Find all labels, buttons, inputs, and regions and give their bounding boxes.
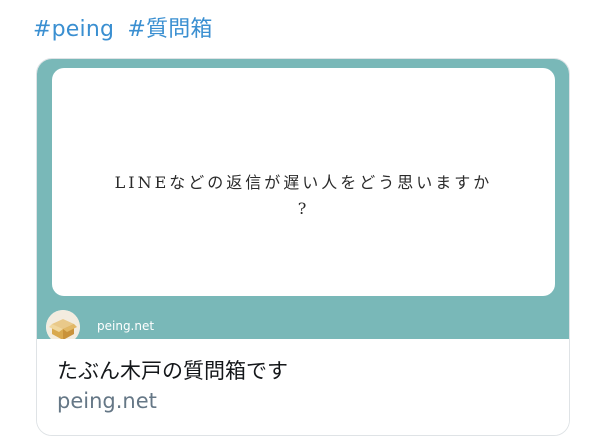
card-domain: peing.net — [57, 389, 157, 413]
image-site-label: peing.net — [97, 319, 155, 333]
hashtag-row: #peing #質問箱 — [33, 11, 219, 43]
question-line-1: LINEなどの返信が遅い人をどう思いますか — [114, 173, 493, 192]
card-footer: たぶん木戸の質問箱です peing.net — [37, 339, 569, 435]
card-image: LINEなどの返信が遅い人をどう思いますか ? peing.net — [37, 59, 569, 344]
link-preview-card[interactable]: LINEなどの返信が遅い人をどう思いますか ? peing.net たぶん木戸の… — [36, 58, 570, 436]
hashtag-shitsumonbako-link[interactable]: #質問箱 — [127, 17, 212, 42]
hashtag-peing-link[interactable]: #peing — [33, 17, 114, 42]
card-title: たぶん木戸の質問箱です — [57, 359, 288, 383]
question-panel: LINEなどの返信が遅い人をどう思いますか ? — [52, 68, 555, 296]
question-line-2: ? — [297, 199, 310, 218]
question-text: LINEなどの返信が遅い人をどう思いますか ? — [52, 170, 555, 222]
